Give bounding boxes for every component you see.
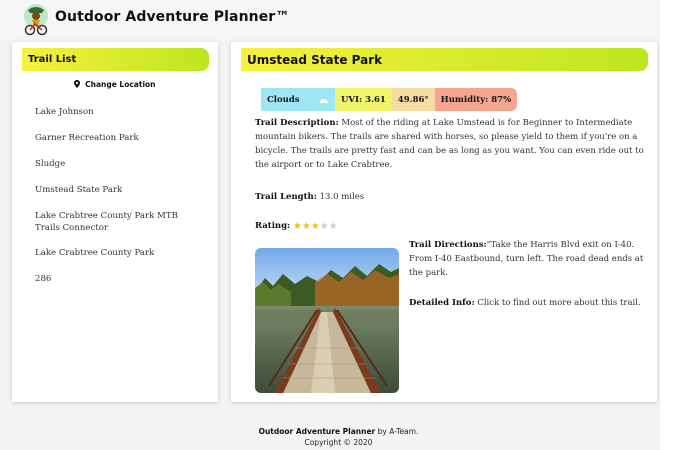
footer-credit: Outdoor Adventure Planner by A-Team.	[0, 426, 677, 437]
footer-copyright: Copyright © 2020	[304, 438, 373, 447]
trail-rating-label: Rating:	[255, 221, 291, 231]
trail-photo	[255, 248, 399, 393]
trail-item-sludge[interactable]: Sludge	[35, 158, 205, 170]
star-empty-icon: ★	[328, 221, 338, 232]
trail-list-panel: Trail List Change Location Lake Johnson …	[12, 42, 218, 402]
page-edge	[660, 0, 677, 450]
trail-directions-label: Trail Directions:	[409, 240, 487, 250]
trail-item-lake-johnson[interactable]: Lake Johnson	[35, 106, 205, 118]
trail-item-lake-crabtree-county-park[interactable]: Lake Crabtree County Park	[35, 247, 205, 259]
rating-stars: ★★★★★	[293, 220, 338, 234]
weather-bar: Clouds UVI: 3.61 49.86° Humidity: 87%	[261, 88, 518, 111]
weather-condition: Clouds	[261, 88, 335, 111]
change-location-link[interactable]: Change Location	[12, 80, 218, 89]
trail-detailed-info[interactable]: Detailed Info: Click to find out more ab…	[409, 296, 649, 310]
trail-length-value: 13.0 miles	[319, 192, 365, 202]
trail-description-label: Trail Description:	[255, 118, 339, 128]
trail-item-umstead-state-park[interactable]: Umstead State Park	[35, 184, 205, 196]
footer-brand: Outdoor Adventure Planner	[258, 427, 376, 436]
weather-uvi: UVI: 3.61	[335, 88, 392, 111]
cloud-icon	[319, 98, 329, 103]
map-pin-icon	[74, 80, 81, 88]
boardwalk-lake-image	[255, 248, 399, 393]
trail-item-lake-crabtree-mtb-connector[interactable]: Lake Crabtree County Park MTB Trails Con…	[35, 210, 205, 234]
trail-directions: Trail Directions:"Take the Harris Blvd e…	[409, 238, 649, 280]
trail-item-286[interactable]: 286	[35, 273, 205, 285]
change-location-label: Change Location	[85, 80, 156, 89]
detailed-info-link[interactable]: Click to find out more about this trail.	[477, 298, 640, 308]
trail-rating: Rating: ★★★★★	[255, 219, 338, 234]
detailed-info-label: Detailed Info:	[409, 298, 475, 308]
trail-detail-panel: Umstead State Park Clouds UVI: 3.61 49.8…	[231, 42, 657, 402]
app-header: Outdoor Adventure Planner™	[0, 0, 660, 38]
trail-list-heading: Trail List	[22, 48, 209, 71]
weather-humidity: Humidity: 87%	[434, 88, 518, 111]
footer-byline: by A-Team.	[377, 427, 419, 436]
trail-name-heading: Umstead State Park	[241, 48, 648, 71]
page-footer: Outdoor Adventure Planner by A-Team. Cop…	[0, 426, 677, 448]
weather-condition-label: Clouds	[267, 94, 300, 105]
trail-list: Lake Johnson Garner Recreation Park Slud…	[35, 106, 205, 299]
trail-length-label: Trail Length:	[255, 192, 317, 202]
trail-length: Trail Length: 13.0 miles	[255, 190, 364, 204]
star-filled-icon: ★	[292, 221, 302, 232]
weather-temperature: 49.86°	[391, 88, 435, 111]
star-empty-icon: ★	[319, 221, 329, 232]
trail-item-garner-recreation-park[interactable]: Garner Recreation Park	[35, 132, 205, 144]
star-filled-icon: ★	[310, 221, 320, 232]
app-title: Outdoor Adventure Planner™	[55, 9, 290, 25]
trail-description: Trail Description: Most of the riding at…	[255, 116, 655, 172]
star-filled-icon: ★	[301, 221, 311, 232]
biker-logo-icon[interactable]	[22, 2, 50, 36]
